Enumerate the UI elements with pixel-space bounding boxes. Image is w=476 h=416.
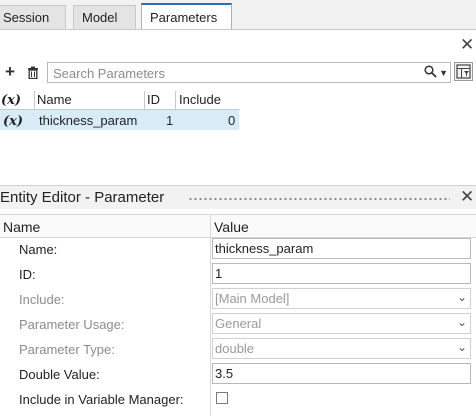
chevron-down-icon[interactable]: ▼: [439, 68, 448, 78]
row-include: 0: [228, 113, 236, 128]
include-value: [Main Model]: [215, 291, 290, 306]
magnifier-icon[interactable]: [424, 65, 437, 78]
row-id: 1: [166, 113, 174, 128]
id-row: ID: 1: [0, 262, 476, 287]
parameter-usage-select[interactable]: General ⌄: [212, 313, 471, 334]
entity-editor-title: Entity Editor - Parameter: [0, 189, 165, 206]
tab-divider: [0, 29, 476, 30]
column-divider[interactable]: [34, 91, 35, 109]
tab-model-label: Model: [82, 10, 118, 25]
chevron-down-icon: ⌄: [456, 290, 467, 304]
id-field[interactable]: 1: [212, 263, 471, 284]
include-row: Include: [Main Model] ⌄: [0, 287, 476, 312]
value-column-header: Value: [214, 219, 249, 235]
tab-session[interactable]: Session: [0, 5, 66, 29]
parameter-type-row: Parameter Type: double ⌄: [0, 337, 476, 362]
variable-column-header[interactable]: (x): [1, 93, 21, 108]
double-value-row: Double Value: 3.5: [0, 362, 476, 387]
table-header: (x) Name ID Include: [0, 91, 240, 110]
parameter-usage-value: General: [215, 316, 262, 331]
drag-handle[interactable]: [188, 197, 450, 201]
variable-manager-row: Include in Variable Manager:: [0, 387, 476, 412]
parameter-usage-label: Parameter Usage:: [19, 317, 125, 332]
name-field[interactable]: thickness_param: [212, 238, 471, 259]
id-label: ID:: [19, 267, 36, 282]
tab-strip: Session Model Parameters: [0, 0, 476, 30]
double-value-label: Double Value:: [19, 367, 100, 382]
variable-manager-checkbox[interactable]: [216, 392, 228, 404]
tab-parameters[interactable]: Parameters: [141, 3, 232, 30]
column-filter-icon[interactable]: [454, 62, 473, 81]
variable-manager-label: Include in Variable Manager:: [19, 392, 184, 407]
parameter-type-select[interactable]: double ⌄: [212, 338, 471, 359]
column-divider[interactable]: [144, 91, 145, 109]
panel-close-icon[interactable]: ✕: [460, 36, 474, 53]
entity-editor-titlebar: Entity Editor - Parameter ✕: [0, 185, 476, 209]
parameters-table: (x) Name ID Include: [0, 91, 240, 110]
tab-session-label: Session: [3, 10, 50, 25]
include-label: Include:: [19, 292, 65, 307]
chevron-down-icon: ⌄: [456, 340, 467, 354]
row-name: thickness_param: [39, 113, 138, 128]
parameter-usage-row: Parameter Usage: General ⌄: [0, 312, 476, 337]
search-controls[interactable]: ▼: [424, 64, 448, 79]
search-input[interactable]: [51, 63, 415, 84]
search-box[interactable]: ▼: [47, 62, 451, 84]
tab-parameters-label: Parameters: [150, 10, 218, 25]
name-label: Name:: [19, 242, 58, 257]
parameter-type-value: double: [215, 341, 255, 356]
parameter-type-label: Parameter Type:: [19, 342, 115, 357]
plus-icon[interactable]: +: [5, 63, 15, 80]
tab-model[interactable]: Model: [73, 5, 136, 29]
name-column-header: Name: [3, 219, 41, 235]
variable-icon: (x): [3, 114, 24, 129]
name-row: Name: thickness_param: [0, 237, 476, 262]
entity-editor-close-icon[interactable]: ✕: [460, 188, 474, 205]
include-column-header[interactable]: Include: [179, 92, 221, 107]
table-row[interactable]: (x) thickness_param 1 0: [0, 110, 239, 130]
double-value-field[interactable]: 3.5: [212, 363, 471, 384]
column-divider[interactable]: [175, 91, 176, 109]
include-select[interactable]: [Main Model] ⌄: [212, 288, 471, 309]
id-column-header[interactable]: ID: [147, 92, 160, 107]
name-column-header[interactable]: Name: [37, 92, 72, 107]
trash-icon[interactable]: [27, 66, 39, 82]
entity-editor-header: Name Value: [0, 214, 476, 238]
chevron-down-icon: ⌄: [456, 315, 467, 329]
